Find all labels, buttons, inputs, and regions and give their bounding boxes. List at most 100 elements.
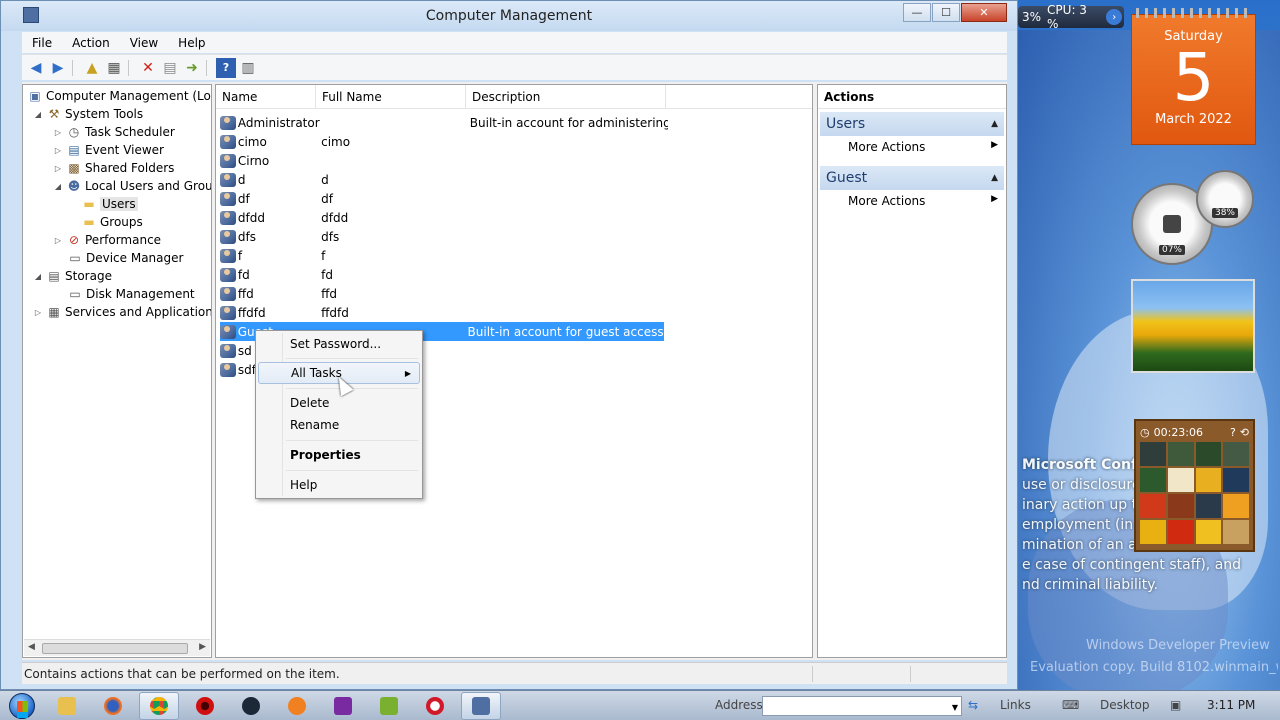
arrow-right-icon[interactable]: › — [1106, 9, 1122, 25]
tree-item-users[interactable]: ▬ Users — [81, 195, 138, 213]
calendar-gadget[interactable]: Saturday 5 March 2022 — [1131, 8, 1256, 145]
table-row[interactable]: fd fd — [220, 265, 668, 284]
puzzle-grid[interactable] — [1140, 442, 1249, 544]
tree-item-disk-management[interactable]: ▭ Disk Management — [67, 285, 195, 303]
taskbar-chrome[interactable] — [139, 691, 179, 720]
table-row[interactable]: dfdd dfdd — [220, 208, 668, 227]
maximize-button[interactable]: ☐ — [932, 3, 960, 22]
column-header-full-name[interactable]: Full Name — [316, 85, 466, 108]
tree-item-system-tools[interactable]: ◢ ⚒ System Tools — [33, 105, 143, 123]
menu-item-help[interactable]: Help — [258, 474, 420, 496]
tree-item-performance[interactable]: ▷ ⊘ Performance — [53, 231, 161, 249]
help-icon[interactable]: ? — [1230, 426, 1236, 439]
cpu-meter-gadget[interactable]: 3% CPU: 3 % › — [1018, 3, 1124, 31]
tree-item-storage[interactable]: ◢ ▤ Storage — [33, 267, 112, 285]
more-actions-users[interactable]: More Actions ▶ — [848, 140, 998, 154]
cell-name: Administrator — [237, 115, 320, 130]
tree-item-groups[interactable]: ▬ Groups — [81, 213, 142, 231]
tree-item-task-scheduler[interactable]: ▷ ◷ Task Scheduler — [53, 123, 175, 141]
taskbar-firefox[interactable] — [93, 692, 133, 720]
tree-item-local-users-groups[interactable]: ◢ ☻ Local Users and Groups — [53, 177, 211, 195]
taskbar-explorer[interactable] — [47, 692, 87, 720]
table-row[interactable]: ffdfd ffdfd — [220, 303, 668, 322]
tree-item-shared-folders[interactable]: ▷ ▩ Shared Folders — [53, 159, 174, 177]
expand-icon[interactable]: ▷ — [33, 308, 43, 317]
collapse-up-icon[interactable]: ▲ — [991, 173, 998, 183]
tree-label: Disk Management — [86, 287, 195, 301]
taskbar-app-red[interactable] — [185, 692, 225, 720]
export-list-icon[interactable]: ➜ — [182, 58, 202, 78]
taskbar-onenote[interactable] — [323, 692, 363, 720]
collapse-icon[interactable]: ◢ — [53, 182, 63, 191]
taskbar-computer-management[interactable] — [461, 691, 501, 720]
collapse-icon[interactable]: ◢ — [33, 110, 43, 119]
menu-item-rename[interactable]: Rename — [258, 414, 420, 436]
title-bar[interactable]: Computer Management — ☐ ✕ — [1, 1, 1017, 31]
keyboard-icon[interactable]: ⌨ — [1062, 698, 1079, 712]
go-icon[interactable]: ⇆ — [968, 698, 978, 712]
menu-help[interactable]: Help — [168, 36, 215, 50]
expand-icon[interactable]: ▷ — [53, 146, 63, 155]
column-header-name[interactable]: Name — [216, 85, 316, 108]
start-button[interactable] — [0, 691, 44, 720]
minimize-button[interactable]: — — [903, 3, 931, 22]
back-icon[interactable]: ◀ — [26, 58, 46, 78]
menu-view[interactable]: View — [120, 36, 168, 50]
more-actions-guest[interactable]: More Actions ▶ — [848, 194, 998, 208]
desktop-toolbar[interactable]: Desktop — [1100, 698, 1150, 712]
menu-file[interactable]: File — [22, 36, 62, 50]
address-input[interactable]: ▼ — [762, 696, 962, 716]
table-row[interactable]: dd — [220, 170, 668, 189]
cell-name: ffd — [237, 286, 254, 301]
tree-root[interactable]: ▣ Computer Management (Local — [27, 87, 211, 105]
taskbar-opera[interactable] — [415, 692, 455, 720]
expand-icon[interactable]: ▷ — [53, 236, 63, 245]
table-row[interactable]: cimo cimo — [220, 132, 668, 151]
close-button[interactable]: ✕ — [961, 3, 1007, 22]
tree-item-device-manager[interactable]: ▭ Device Manager — [67, 249, 183, 267]
scroll-right-icon[interactable]: ▶ — [199, 642, 206, 652]
taskbar-search-app[interactable] — [277, 692, 317, 720]
console-tree[interactable]: ▣ Computer Management (Local ◢ ⚒ System … — [22, 84, 212, 658]
actions-section-users[interactable]: Users ▲ — [820, 112, 1004, 136]
collapse-icon[interactable]: ◢ — [33, 272, 43, 281]
delete-icon[interactable]: ✕ — [138, 58, 158, 78]
links-toolbar[interactable]: Links — [1000, 698, 1031, 712]
user-icon — [220, 115, 236, 130]
expand-icon[interactable]: ▷ — [53, 164, 63, 173]
taskbar-clock[interactable]: 3:11 PM — [1207, 698, 1255, 712]
tree-item-services-applications[interactable]: ▷ ▦ Services and Applications — [33, 303, 211, 321]
scrollbar-thumb[interactable] — [42, 643, 188, 654]
menu-item-properties[interactable]: Properties — [258, 444, 420, 466]
memory-gauge-gadget[interactable]: 38% — [1196, 170, 1254, 228]
restart-icon[interactable]: ⟲ — [1240, 426, 1249, 439]
picture-puzzle-gadget[interactable]: ◷ 00:23:06 ? ⟲ — [1134, 419, 1255, 552]
slideshow-gadget[interactable] — [1131, 279, 1255, 373]
menu-item-delete[interactable]: Delete — [258, 392, 420, 414]
menu-item-set-password[interactable]: Set Password... — [258, 333, 420, 355]
table-row[interactable]: df df — [220, 189, 668, 208]
taskbar-app-green[interactable] — [369, 692, 409, 720]
up-folder-icon[interactable]: ▲ — [82, 58, 102, 78]
expand-icon[interactable]: ▷ — [53, 128, 63, 137]
table-row[interactable]: ffd ffd — [220, 284, 668, 303]
table-row[interactable]: dfs dfs — [220, 227, 668, 246]
tree-horizontal-scrollbar[interactable]: ◀ ▶ — [24, 639, 210, 656]
table-row[interactable]: ff — [220, 246, 668, 265]
collapse-up-icon[interactable]: ▲ — [991, 119, 998, 129]
scroll-left-icon[interactable]: ◀ — [28, 642, 35, 652]
show-hide-action-pane-icon[interactable]: ▥ — [238, 58, 258, 78]
actions-section-guest[interactable]: Guest ▲ — [820, 166, 1004, 190]
help-icon[interactable]: ? — [216, 57, 236, 78]
tree-item-event-viewer[interactable]: ▷ ▤ Event Viewer — [53, 141, 164, 159]
menu-action[interactable]: Action — [62, 36, 120, 50]
dropdown-icon[interactable]: ▼ — [952, 703, 958, 712]
show-hide-tree-icon[interactable]: ▦ — [104, 58, 124, 78]
properties-icon[interactable]: ▤ — [160, 58, 180, 78]
table-row[interactable]: Cirno — [220, 151, 668, 170]
network-icon[interactable]: ▣ — [1170, 698, 1181, 712]
column-header-description[interactable]: Description — [466, 85, 666, 108]
forward-icon[interactable]: ▶ — [48, 58, 68, 78]
taskbar-steam[interactable] — [231, 692, 271, 720]
table-row[interactable]: Administrator Built-in account for admini… — [220, 113, 668, 132]
